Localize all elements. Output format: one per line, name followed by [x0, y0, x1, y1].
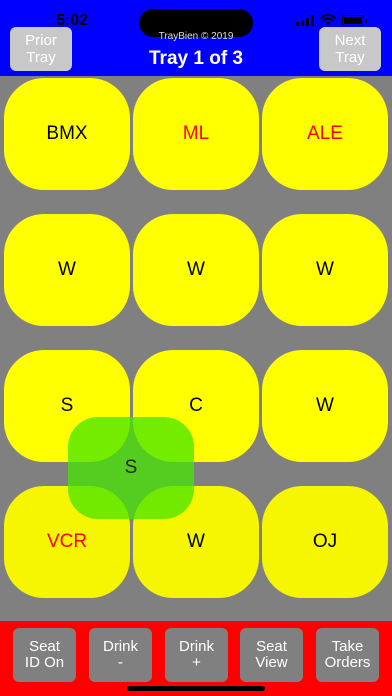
drink-plus-button[interactable]: Drink +: [165, 628, 228, 682]
home-indicator: [127, 686, 265, 691]
seat-tile[interactable]: W: [133, 214, 259, 326]
seat-tile[interactable]: W: [262, 350, 388, 462]
seat-tile[interactable]: ML: [133, 78, 259, 190]
seat-tile[interactable]: BMX: [4, 78, 130, 190]
bottom-toolbar: Seat ID On Drink - Drink + Seat View Tak…: [0, 621, 392, 696]
next-tray-button[interactable]: Next Tray: [319, 27, 381, 71]
wifi-icon: [320, 14, 336, 25]
cellular-signal-icon: [296, 14, 314, 26]
seat-tile[interactable]: ALE: [262, 78, 388, 190]
seat-id-on-button[interactable]: Seat ID On: [13, 628, 76, 682]
seat-tile[interactable]: W: [262, 214, 388, 326]
seat-tile[interactable]: W: [4, 214, 130, 326]
take-orders-button[interactable]: Take Orders: [316, 628, 379, 682]
prior-tray-button[interactable]: Prior Tray: [10, 27, 72, 71]
drink-minus-button[interactable]: Drink -: [89, 628, 152, 682]
dragged-seat-tile[interactable]: S: [68, 417, 194, 519]
header-bar: 5:02 TrayBien © 2019 Tray 1 of 3 Prior T…: [0, 0, 392, 76]
status-icons: [296, 14, 367, 26]
seat-tile[interactable]: OJ: [262, 486, 388, 598]
seat-view-button[interactable]: Seat View: [240, 628, 303, 682]
battery-icon: [342, 14, 367, 26]
